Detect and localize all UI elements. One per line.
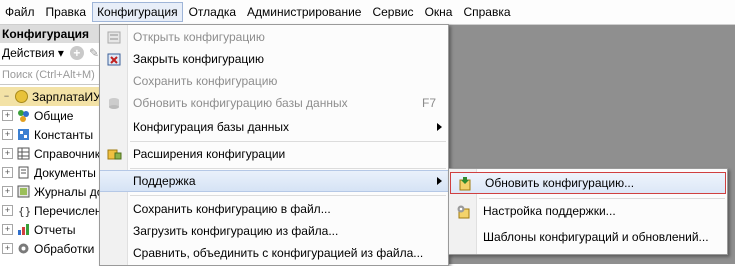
expand-icon[interactable]: +	[2, 186, 13, 197]
expand-icon[interactable]: +	[2, 243, 13, 254]
menu-item-label: Открыть конфигурацию	[133, 30, 265, 44]
expand-icon[interactable]: +	[2, 129, 13, 140]
config-root-icon	[15, 90, 28, 103]
menu-item-support[interactable]: Поддержка	[100, 170, 448, 192]
menu-separator	[130, 141, 446, 142]
submenu-arrow-icon	[437, 123, 442, 131]
extensions-icon	[106, 146, 122, 162]
menu-configuration[interactable]: Конфигурация	[92, 2, 183, 22]
expand-icon[interactable]: +	[2, 224, 13, 235]
menu-item-label: Загрузить конфигурацию из файла...	[133, 224, 339, 238]
menu-item-label: Поддержка	[133, 174, 196, 188]
shortcut-label: F7	[421, 96, 436, 110]
menu-item-label: Шаблоны конфигураций и обновлений...	[483, 230, 709, 244]
open-config-icon	[106, 29, 122, 45]
common-icon	[17, 109, 30, 122]
configuration-panel: Конфигурация Действия ▾ + ✎ Поиск (Ctrl+…	[0, 25, 100, 264]
menu-separator	[479, 198, 725, 199]
submenu-item-support-settings[interactable]: Настройка поддержки...	[449, 200, 727, 222]
tree-item-label: Отчеты	[34, 222, 76, 237]
menu-item-label: Обновить конфигурацию...	[485, 176, 635, 190]
catalogs-icon	[17, 147, 30, 160]
submenu-arrow-icon	[437, 177, 442, 185]
menu-item-db-config[interactable]: Конфигурация базы данных	[100, 116, 448, 138]
menu-item-update-db-config[interactable]: Обновить конфигурацию базы данных F7	[100, 92, 448, 114]
menu-item-open-config[interactable]: Открыть конфигурацию	[100, 26, 448, 48]
panel-actions: Действия ▾ + ✎	[0, 43, 100, 63]
menu-item-save-config[interactable]: Сохранить конфигурацию	[100, 70, 448, 92]
close-config-icon	[106, 51, 122, 67]
menu-item-label: Конфигурация базы данных	[133, 120, 290, 134]
submenu-item-templates[interactable]: Шаблоны конфигураций и обновлений...	[449, 226, 727, 248]
menu-item-label: Расширения конфигурации	[133, 147, 286, 161]
support-submenu: Обновить конфигурацию... Настройка подде…	[448, 168, 728, 255]
enums-icon: {}	[17, 204, 31, 218]
svg-text:{}: {}	[18, 205, 30, 217]
update-config-icon	[457, 175, 473, 191]
expand-icon[interactable]: +	[2, 167, 13, 178]
tree-item-label: ЗарплатаИУправ	[32, 89, 100, 104]
menu-administration[interactable]: Администрирование	[242, 2, 366, 22]
tree-item-label: Общие	[34, 108, 74, 123]
menu-item-save-to-file[interactable]: Сохранить конфигурацию в файл...	[100, 198, 448, 220]
tree-item-label: Обработки	[34, 241, 95, 256]
expand-icon[interactable]: +	[2, 205, 13, 216]
tree-item-label: Журналы до	[34, 184, 100, 199]
expand-icon[interactable]: +	[2, 148, 13, 159]
tree-item-root[interactable]: − ЗарплатаИУправ	[0, 87, 100, 106]
menu-item-label: Сравнить, объединить с конфигурацией из …	[133, 246, 424, 260]
constants-icon	[17, 128, 30, 141]
tree-item[interactable]: + Отчеты	[0, 220, 100, 239]
menu-separator	[130, 195, 446, 196]
tree-item[interactable]: + Журналы до	[0, 182, 100, 201]
documents-icon	[17, 166, 30, 179]
menu-item-close-config[interactable]: Закрыть конфигурацию	[100, 48, 448, 70]
menu-item-label: Сохранить конфигурацию в файл...	[133, 202, 331, 216]
update-db-icon	[106, 95, 122, 111]
edit-icon[interactable]: ✎	[89, 46, 99, 60]
menu-item-extensions[interactable]: Расширения конфигурации	[100, 143, 448, 165]
expand-icon[interactable]: +	[2, 110, 13, 121]
menu-edit[interactable]: Правка	[41, 2, 92, 22]
menu-item-load-from-file[interactable]: Загрузить конфигурацию из файла...	[100, 220, 448, 242]
config-tree: − ЗарплатаИУправ + Общие + Константы + С…	[0, 87, 100, 258]
tree-item-label: Справочники	[34, 146, 100, 161]
journals-icon	[17, 185, 30, 198]
tree-item[interactable]: + Константы	[0, 125, 100, 144]
submenu-item-update-config[interactable]: Обновить конфигурацию...	[450, 172, 726, 194]
tree-item-label: Константы	[34, 127, 94, 142]
search-input[interactable]: Поиск (Ctrl+Alt+M)	[0, 65, 100, 85]
support-settings-icon	[455, 203, 471, 219]
menu-debug[interactable]: Отладка	[184, 2, 241, 22]
configuration-dropdown-menu: Открыть конфигурацию Закрыть конфигураци…	[99, 24, 449, 266]
actions-button[interactable]: Действия ▾	[2, 46, 64, 60]
collapse-icon[interactable]: −	[2, 92, 11, 101]
tree-item[interactable]: + Общие	[0, 106, 100, 125]
menu-service[interactable]: Сервис	[367, 2, 418, 22]
menu-item-label: Обновить конфигурацию базы данных	[133, 96, 348, 110]
menu-item-label: Сохранить конфигурацию	[133, 74, 278, 88]
tree-item[interactable]: + Справочники	[0, 144, 100, 163]
reports-icon	[17, 223, 30, 236]
tree-item[interactable]: + Документы	[0, 163, 100, 182]
menu-file[interactable]: Файл	[0, 2, 40, 22]
tree-item-label: Перечислен	[34, 203, 100, 218]
tree-item[interactable]: + Обработки	[0, 239, 100, 258]
menu-separator	[130, 168, 446, 169]
tree-item-label: Документы	[34, 165, 96, 180]
menu-item-label: Настройка поддержки...	[483, 204, 616, 218]
processing-icon	[17, 242, 30, 255]
tree-item[interactable]: + {} Перечислен	[0, 201, 100, 220]
menu-help[interactable]: Справка	[458, 2, 515, 22]
add-icon[interactable]: +	[69, 46, 84, 60]
panel-title: Конфигурация	[0, 25, 100, 43]
menu-windows[interactable]: Окна	[420, 2, 458, 22]
menu-item-label: Закрыть конфигурацию	[133, 52, 264, 66]
menu-item-compare-merge[interactable]: Сравнить, объединить с конфигурацией из …	[100, 242, 448, 264]
menu-bar: Файл Правка Конфигурация Отладка Админис…	[0, 0, 735, 25]
